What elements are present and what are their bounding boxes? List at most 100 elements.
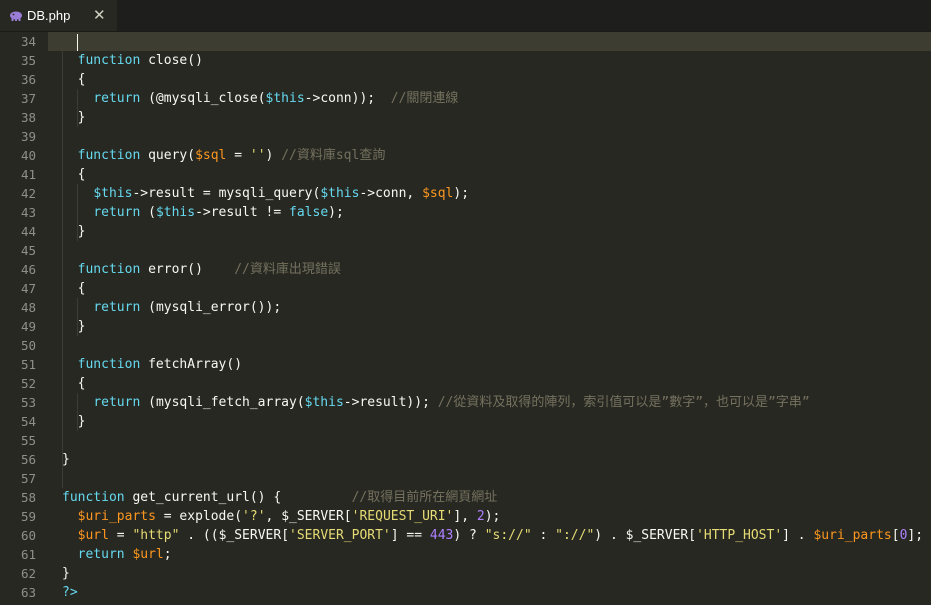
code-token: =: [108, 528, 133, 543]
code-line: }: [62, 108, 86, 127]
code-token: ] ==: [390, 528, 430, 543]
tab-db-php[interactable]: DB.php ✕: [0, 0, 117, 31]
code-token: ->: [195, 205, 211, 220]
line-number: 55: [20, 433, 36, 448]
code-line: {: [62, 70, 86, 89]
code-token: $this: [320, 186, 360, 201]
line-number: 34: [20, 34, 36, 49]
code-token: return: [93, 300, 149, 315]
code-token: );: [328, 205, 344, 220]
line-number: 49: [20, 319, 36, 334]
code-token: mysqli_query: [218, 186, 313, 201]
code-token: get_current_url: [132, 490, 250, 505]
php-elephant-icon: [9, 10, 23, 25]
code-token: result: [359, 395, 407, 410]
code-token: $_SERVER: [218, 528, 282, 543]
code-token: }: [77, 319, 86, 334]
code-token: [: [343, 509, 352, 524]
code-token: [: [891, 528, 900, 543]
code-token: error: [148, 262, 188, 277]
line-number: 61: [20, 547, 36, 562]
code-token: =: [155, 509, 180, 524]
code-token: . ((: [179, 528, 219, 543]
line-number: 47: [20, 281, 36, 296]
code-token: return: [93, 91, 149, 106]
line-number: 40: [20, 148, 36, 163]
code-token: return: [93, 395, 149, 410]
text-cursor: [77, 34, 78, 51]
current-line-highlight: [48, 32, 931, 51]
code-token: mysqli_error: [155, 300, 250, 315]
code-line: {: [62, 279, 86, 298]
code-editor[interactable]: 34 35 36 37 38 39 40 41 42 43 44 45 46 47 48 49 50 51 52 53…: [0, 32, 931, 605]
code-line: return (mysqli_fetch_array($this->result…: [62, 393, 809, 412]
code-line: function error() //資料庫出現錯誤: [62, 260, 341, 279]
code-token: ());: [249, 300, 282, 315]
code-token: ,: [406, 186, 423, 201]
code-token: {: [77, 376, 86, 391]
code-token: (@: [148, 91, 164, 106]
code-token: ],: [453, 509, 477, 524]
code-token: [: [688, 528, 697, 543]
line-number: 44: [20, 224, 36, 239]
code-line: return ($this->result != false);: [62, 203, 344, 222]
code-token: conn: [320, 91, 352, 106]
code-token: result: [210, 205, 258, 220]
code-token: 443: [429, 528, 454, 543]
code-token: }: [77, 224, 86, 239]
line-number: 35: [20, 53, 36, 68]
line-number: 63: [20, 585, 36, 600]
code-line: function fetchArray(): [62, 355, 242, 374]
line-number: 37: [20, 91, 36, 106]
code-token: ] .: [782, 528, 814, 543]
code-line: $url = "http" . (($_SERVER['SERVER_PORT'…: [62, 526, 923, 545]
code-token: }: [77, 110, 86, 125]
code-token: }: [62, 452, 70, 467]
tab-label: DB.php: [27, 8, 71, 23]
code-token: explode: [179, 509, 235, 524]
code-token: //關閉連線: [390, 91, 459, 106]
code-token: ->: [343, 395, 360, 410]
code-token: query: [148, 148, 188, 163]
code-token: "s://": [484, 528, 532, 543]
line-number: 46: [20, 262, 36, 277]
code-token: //資料庫sql查詢: [281, 148, 386, 163]
code-token: }: [77, 414, 86, 429]
code-token: ,: [265, 509, 282, 524]
code-token: $uri_parts: [77, 509, 156, 524]
code-token: (): [187, 262, 235, 277]
code-line: function close(): [62, 51, 203, 70]
code-token: fetchArray: [148, 357, 227, 372]
code-token: $this: [304, 395, 344, 410]
line-number: 51: [20, 357, 36, 372]
code-token: 'SERVER_PORT': [289, 528, 391, 543]
code-token: ) ?: [453, 528, 485, 543]
tab-bar: DB.php ✕: [0, 0, 931, 32]
line-number: 42: [20, 186, 36, 201]
code-token: $this: [155, 205, 196, 220]
code-line: }: [62, 564, 70, 583]
code-token: result: [148, 186, 196, 201]
code-token: ;: [163, 547, 172, 562]
code-line: }: [62, 317, 86, 336]
code-token: //資料庫出現錯誤: [234, 262, 341, 277]
code-token: 'REQUEST_URI': [351, 509, 454, 524]
code-token: {: [77, 72, 86, 87]
code-token: mysqli_fetch_array: [155, 395, 297, 410]
code-token: !=: [257, 205, 290, 220]
line-number: 36: [20, 72, 36, 87]
code-token: return: [77, 547, 133, 562]
close-icon[interactable]: ✕: [93, 6, 106, 24]
code-token: $uri_parts: [813, 528, 892, 543]
line-number: 48: [20, 300, 36, 315]
